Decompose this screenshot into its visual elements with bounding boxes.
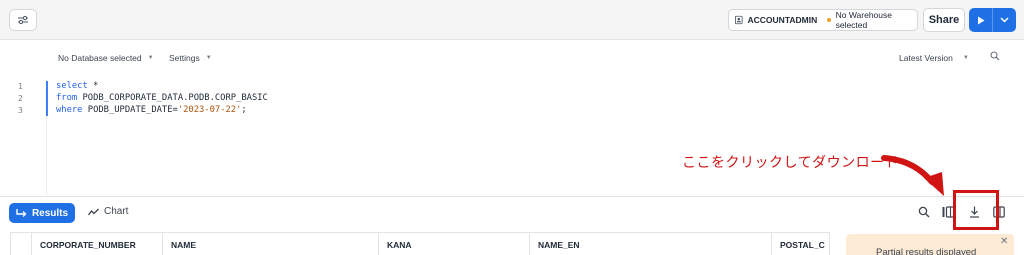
results-search-button[interactable] [918, 205, 930, 223]
column-header[interactable]: KANA [378, 233, 529, 255]
sql-keyword: where [56, 105, 83, 115]
sliders-icon [18, 15, 28, 25]
sql-text: PODB_CORPORATE_DATA.PODB.CORP_BASIC [77, 93, 268, 103]
version-selector[interactable]: Latest Version ▼ [899, 53, 969, 63]
chart-label: Chart [104, 206, 129, 217]
download-annotation: ここをクリックしてダウンロード [682, 154, 900, 170]
filter-button[interactable] [9, 9, 37, 31]
caret-down-icon: ▼ [205, 55, 212, 61]
sql-keyword: select [56, 81, 88, 91]
line-number-gutter [0, 80, 47, 195]
sql-text: ; [241, 105, 247, 115]
column-header[interactable]: CORPORATE_NUMBER [31, 233, 162, 255]
editor-settings-bar: No Database selected ▼ Settings ▼ Latest… [0, 46, 1024, 70]
warehouse-name: No Warehouse selected [835, 10, 892, 30]
code-line[interactable]: select * [56, 81, 98, 91]
line-chart-icon [88, 208, 99, 215]
chart-tab[interactable]: Chart [88, 206, 128, 217]
context-selector[interactable]: ACCOUNTADMIN No Warehouse selected [728, 9, 918, 31]
results-table-header: CORPORATE_NUMBER NAME KANA NAME_EN POSTA… [10, 232, 830, 255]
caret-down-icon: ▼ [962, 55, 969, 61]
run-button-group [969, 8, 1016, 32]
database-label: No Database selected [58, 53, 142, 63]
run-button[interactable] [969, 8, 993, 32]
share-button[interactable]: Share [923, 8, 965, 32]
settings-label: Settings [169, 53, 200, 63]
chevron-down-icon [1000, 17, 1009, 23]
sql-text: PODB_UPDATE_DATE= [82, 105, 178, 115]
warehouse-status-dot [827, 18, 831, 22]
search-icon [918, 206, 930, 218]
version-label: Latest Version [899, 53, 953, 63]
line-number: 3 [18, 106, 23, 115]
column-header[interactable]: NAME [162, 233, 378, 255]
sql-keyword: from [56, 93, 78, 103]
results-label: Results [31, 207, 69, 219]
run-options-button[interactable] [993, 8, 1016, 32]
role-icon [735, 15, 743, 25]
settings-menu[interactable]: Settings ▼ [169, 53, 212, 63]
editor-search-button[interactable] [990, 51, 1000, 63]
search-icon [990, 51, 1000, 61]
column-header[interactable]: NAME_EN [529, 233, 771, 255]
caret-down-icon: ▼ [147, 55, 154, 61]
top-toolbar: ACCOUNTADMIN No Warehouse selected Share [0, 0, 1024, 40]
download-highlight-box [953, 190, 999, 230]
sql-string: '2023-07-22' [177, 105, 242, 115]
results-tab[interactable]: Results [9, 203, 75, 223]
column-header[interactable]: POSTAL_C [771, 233, 831, 255]
close-icon[interactable]: ✕ [1000, 236, 1008, 247]
row-number-header [11, 233, 31, 255]
code-line[interactable]: from PODB_CORPORATE_DATA.PODB.CORP_BASIC [56, 93, 268, 103]
return-arrow-icon [16, 208, 27, 217]
role-name: ACCOUNTADMIN [747, 15, 818, 25]
code-line[interactable]: where PODB_UPDATE_DATE='2023-07-22'; [56, 105, 247, 115]
active-statement-marker [46, 81, 48, 116]
toast-message: Partial results displayed [876, 247, 977, 255]
line-number: 1 [18, 82, 23, 91]
database-selector[interactable]: No Database selected ▼ [58, 53, 154, 63]
partial-results-toast: Partial results displayed ✕ [846, 234, 1014, 255]
play-icon [977, 16, 984, 24]
results-toolbar: Results Chart [0, 196, 1024, 228]
sql-text: * [87, 81, 99, 91]
line-number: 2 [18, 94, 23, 103]
annotation-arrow-icon [881, 155, 944, 196]
